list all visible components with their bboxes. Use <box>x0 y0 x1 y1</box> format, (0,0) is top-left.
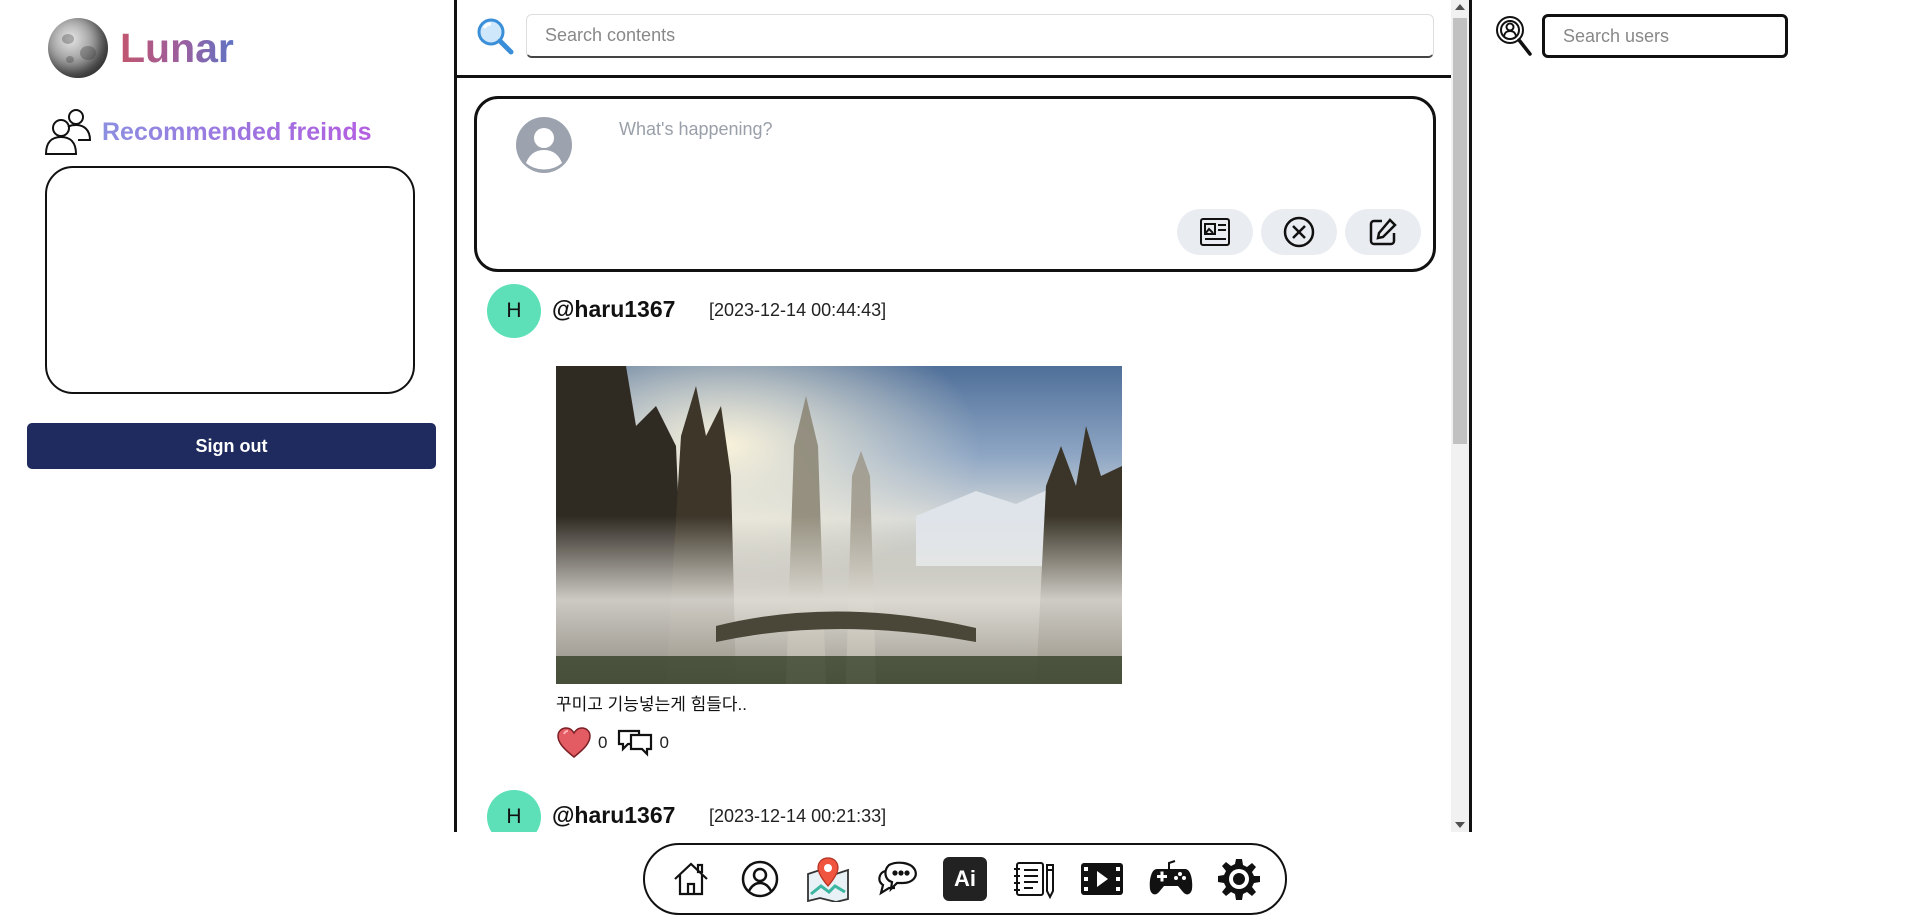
nav-profile[interactable] <box>736 855 784 903</box>
attach-image-button[interactable] <box>1177 209 1253 255</box>
post-input[interactable] <box>617 117 1401 191</box>
notebook-icon <box>1013 862 1054 899</box>
like-count: 0 <box>598 733 608 752</box>
nav-notebook[interactable] <box>1010 855 1058 903</box>
post-item: H @haru1367 [2023-12-14 00:21:33] <box>487 790 1427 832</box>
nav-chat[interactable] <box>873 855 921 903</box>
content-search-input[interactable] <box>526 14 1434 58</box>
bottom-navigation: Ai <box>643 843 1287 915</box>
post-timestamp: [2023-12-14 00:21:33] <box>709 806 887 826</box>
feed-column: H @haru1367 [2023-12-14 00:44:43] <box>454 0 1472 832</box>
home-icon <box>674 862 708 896</box>
default-avatar-icon <box>516 117 572 173</box>
post-text: 꾸미고 기능넣는게 힘들다.. <box>556 695 747 714</box>
scroll-up-arrow-icon[interactable] <box>1455 4 1465 10</box>
content-search-bar <box>457 0 1457 78</box>
post-actions: 0 0 <box>556 726 679 760</box>
comment-icon[interactable] <box>617 727 653 759</box>
sign-out-button[interactable]: Sign out <box>27 423 436 469</box>
post-handle[interactable]: @haru1367 <box>552 296 675 323</box>
comment-count: 0 <box>659 733 669 752</box>
heart-icon[interactable] <box>556 726 592 760</box>
scroll-down-arrow-icon[interactable] <box>1455 822 1465 828</box>
post-avatar[interactable]: H <box>487 284 541 338</box>
image-upload-icon <box>1200 218 1230 246</box>
recommended-friends-header: Recommended freinds <box>44 108 372 156</box>
post-item: H @haru1367 [2023-12-14 00:44:43] 꾸미고 기능… <box>487 284 1427 764</box>
video-icon <box>1081 863 1123 895</box>
nav-map[interactable] <box>804 855 852 903</box>
feed-scrollbar[interactable] <box>1451 0 1469 832</box>
post-image[interactable] <box>556 366 1122 684</box>
nav-video[interactable] <box>1078 855 1126 903</box>
close-circle-icon <box>1283 216 1315 248</box>
map-icon <box>807 857 849 902</box>
user-search-icon <box>1496 16 1532 56</box>
recommended-friends-list <box>45 166 415 394</box>
scrollbar-thumb[interactable] <box>1453 18 1467 444</box>
post-timestamp: [2023-12-14 00:44:43] <box>709 300 887 320</box>
submit-post-button[interactable] <box>1345 209 1421 255</box>
nav-settings[interactable] <box>1215 855 1263 903</box>
nav-ai[interactable]: Ai <box>941 855 989 903</box>
app-name: Lunar <box>120 24 234 71</box>
left-sidebar: Lunar Recommended freinds Sign out <box>0 0 455 840</box>
nav-game[interactable] <box>1147 855 1195 903</box>
search-icon <box>477 18 514 55</box>
post-composer <box>474 96 1436 272</box>
friends-icon <box>44 109 92 155</box>
user-search-input[interactable] <box>1542 14 1788 58</box>
post-avatar[interactable]: H <box>487 790 541 832</box>
profile-icon <box>741 860 778 898</box>
app-logo[interactable]: Lunar <box>48 18 234 78</box>
moon-logo-icon <box>48 18 108 78</box>
ai-icon: Ai <box>943 857 987 901</box>
settings-icon <box>1218 859 1260 900</box>
ai-label: Ai <box>954 866 976 891</box>
recommended-friends-title: Recommended freinds <box>102 117 372 146</box>
nav-home[interactable] <box>667 855 715 903</box>
chat-icon <box>877 861 917 896</box>
game-icon <box>1149 860 1192 895</box>
cancel-post-button[interactable] <box>1261 209 1337 255</box>
post-handle[interactable]: @haru1367 <box>552 802 675 829</box>
edit-icon <box>1369 218 1397 246</box>
